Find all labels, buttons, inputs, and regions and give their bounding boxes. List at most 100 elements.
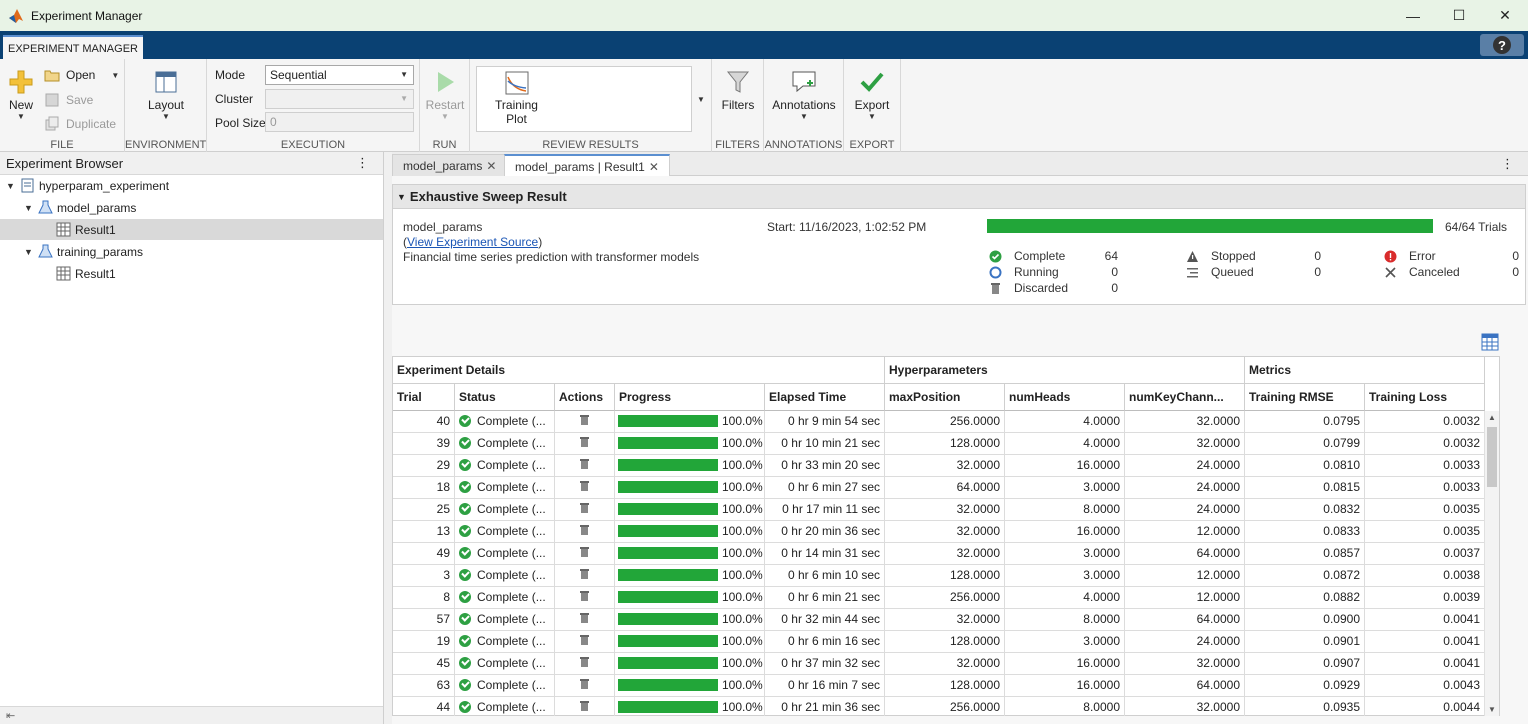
column-header-maxposition[interactable]: maxPosition (885, 384, 1005, 411)
tab-experiment-manager[interactable]: EXPERIMENT MANAGER (3, 35, 143, 59)
close-tab-icon[interactable]: ✕ (486, 159, 496, 173)
table-row[interactable]: 40 Complete (... 100.0% 0 hr 9 min 54 sec 25… (393, 411, 1485, 433)
table-row[interactable]: 19 Complete (... 100.0% 0 hr 6 min 16 sec 12… (393, 631, 1485, 653)
table-row[interactable]: 49 Complete (... 100.0% 0 hr 14 min 31 sec 3… (393, 543, 1485, 565)
results-table: Experiment Details Hyperparameters Metri… (392, 356, 1500, 716)
view-source-line: (View Experiment Source) (403, 235, 543, 249)
discard-trash-icon[interactable] (579, 700, 590, 714)
scrollbar-thumb[interactable] (1487, 427, 1497, 487)
tab-model-params-result1[interactable]: model_params | Result1 ✕ (504, 154, 670, 177)
column-header-elapsed-time[interactable]: Elapsed Time (765, 384, 885, 411)
open-button[interactable]: Open ▼ (44, 67, 119, 83)
tree-item-training-params[interactable]: ▼ training_params (0, 241, 383, 262)
mode-select[interactable]: Sequential ▼ (265, 65, 414, 85)
table-row[interactable]: 3 Complete (... 100.0% 0 hr 6 min 10 sec 128… (393, 565, 1485, 587)
discard-trash-icon[interactable] (579, 634, 590, 648)
pool-size-field[interactable]: 0 (265, 112, 414, 132)
cell-numHeads: 16.0000 (1005, 521, 1125, 543)
cell-loss: 0.0037 (1365, 543, 1485, 565)
training-plot-button[interactable]: Training Plot (489, 71, 544, 126)
more-options-icon[interactable]: ⋮ (1501, 156, 1514, 172)
discard-trash-icon[interactable] (579, 568, 590, 582)
tree-item-model-params-result1[interactable]: Result1 (0, 219, 383, 240)
expand-triangle-icon[interactable]: ▼ (24, 247, 34, 257)
annotations-button[interactable]: Annotations ▼ (768, 69, 840, 121)
discard-trash-icon[interactable] (579, 656, 590, 670)
table-row[interactable]: 39 Complete (... 100.0% 0 hr 10 min 21 sec 1… (393, 433, 1485, 455)
tree-item-label: Result1 (75, 222, 116, 237)
new-button[interactable]: New ▼ (4, 69, 38, 121)
discard-trash-icon[interactable] (579, 502, 590, 516)
scroll-up-icon[interactable]: ▲ (1488, 413, 1496, 422)
table-row[interactable]: 25 Complete (... 100.0% 0 hr 17 min 11 sec 3… (393, 499, 1485, 521)
window-title: Experiment Manager (31, 8, 143, 23)
discard-trash-icon[interactable] (579, 414, 590, 428)
complete-check-icon (459, 657, 471, 669)
table-row[interactable]: 63 Complete (... 100.0% 0 hr 16 min 7 sec 12… (393, 675, 1485, 697)
row-progress-bar (618, 525, 718, 537)
restart-label: Restart (425, 98, 465, 112)
discard-trash-icon[interactable] (579, 480, 590, 494)
app-tab-strip: EXPERIMENT MANAGER ? (0, 31, 1528, 59)
table-scrollbar[interactable]: ▲ ▼ (1484, 411, 1499, 716)
cell-numHeads: 16.0000 (1005, 675, 1125, 697)
discard-trash-icon[interactable] (579, 612, 590, 626)
column-header-numheads[interactable]: numHeads (1005, 384, 1125, 411)
table-row[interactable]: 57 Complete (... 100.0% 0 hr 32 min 44 sec 3… (393, 609, 1485, 631)
table-row[interactable]: 44 Complete (... 100.0% 0 hr 21 min 36 sec 2… (393, 697, 1485, 716)
column-header-progress[interactable]: Progress (615, 384, 765, 411)
discard-trash-icon[interactable] (579, 546, 590, 560)
filters-button[interactable]: Filters (716, 69, 760, 112)
scroll-down-icon[interactable]: ▼ (1488, 705, 1496, 714)
tree-item-model-params[interactable]: ▼ model_params (0, 197, 383, 218)
gallery-expand-icon[interactable]: ▼ (697, 95, 705, 104)
progress-text: 100.0% (722, 568, 763, 582)
close-tab-icon[interactable]: ✕ (649, 160, 659, 174)
column-header-status[interactable]: Status (455, 384, 555, 411)
tree-item-training-params-result1[interactable]: Result1 (0, 263, 383, 284)
save-button[interactable]: Save (44, 92, 93, 108)
column-header-numkeychannels[interactable]: numKeyChann... (1125, 384, 1245, 411)
layout-button[interactable]: Layout ▼ (143, 69, 189, 121)
cell-numKey: 32.0000 (1125, 433, 1245, 455)
discard-trash-icon[interactable] (579, 436, 590, 450)
more-options-icon[interactable]: ⋮ (356, 155, 369, 171)
column-header-training-rmse[interactable]: Training RMSE (1245, 384, 1365, 411)
table-row[interactable]: 13 Complete (... 100.0% 0 hr 20 min 36 sec 3… (393, 521, 1485, 543)
cell-progress: 100.0% (615, 609, 765, 631)
maximize-button[interactable]: ☐ (1436, 0, 1482, 31)
minimize-button[interactable]: — (1390, 0, 1436, 31)
collapse-panel-icon[interactable]: ⇤ (6, 709, 15, 722)
tree-item-hyperparam-experiment[interactable]: ▼ hyperparam_experiment (0, 175, 383, 196)
column-header-training-loss[interactable]: Training Loss (1365, 384, 1485, 411)
table-row[interactable]: 29 Complete (... 100.0% 0 hr 33 min 20 sec 3… (393, 455, 1485, 477)
duplicate-button[interactable]: Duplicate (44, 116, 116, 132)
table-view-icon[interactable] (1481, 333, 1499, 351)
export-button[interactable]: Export ▼ (848, 69, 896, 121)
cell-trial: 8 (393, 587, 455, 609)
browser-footer: ⇤ (0, 706, 383, 724)
collapse-triangle-icon[interactable]: ▼ (397, 192, 406, 202)
column-header-trial[interactable]: Trial (393, 384, 455, 411)
cell-trial: 19 (393, 631, 455, 653)
sweep-header[interactable]: ▼ Exhaustive Sweep Result (393, 185, 1525, 209)
progress-text: 100.0% (722, 546, 763, 560)
expand-triangle-icon[interactable]: ▼ (24, 203, 34, 213)
table-row[interactable]: 8 Complete (... 100.0% 0 hr 6 min 21 sec 256… (393, 587, 1485, 609)
expand-triangle-icon[interactable]: ▼ (6, 181, 16, 191)
discard-trash-icon[interactable] (579, 458, 590, 472)
discard-trash-icon[interactable] (579, 678, 590, 692)
cell-loss: 0.0043 (1365, 675, 1485, 697)
view-experiment-source-link[interactable]: View Experiment Source (407, 235, 538, 249)
close-button[interactable]: ✕ (1482, 0, 1528, 31)
help-button[interactable]: ? (1480, 34, 1524, 56)
panel-splitter[interactable] (384, 152, 392, 724)
table-row[interactable]: 18 Complete (... 100.0% 0 hr 6 min 27 sec 64… (393, 477, 1485, 499)
discard-trash-icon[interactable] (579, 524, 590, 538)
column-header-actions[interactable]: Actions (555, 384, 615, 411)
tab-model-params[interactable]: model_params ✕ (392, 154, 508, 176)
discard-trash-icon[interactable] (579, 590, 590, 604)
table-row[interactable]: 45 Complete (... 100.0% 0 hr 37 min 32 sec 3… (393, 653, 1485, 675)
restart-button[interactable]: Restart ▼ (422, 69, 468, 121)
cluster-select[interactable]: ▼ (265, 89, 414, 109)
